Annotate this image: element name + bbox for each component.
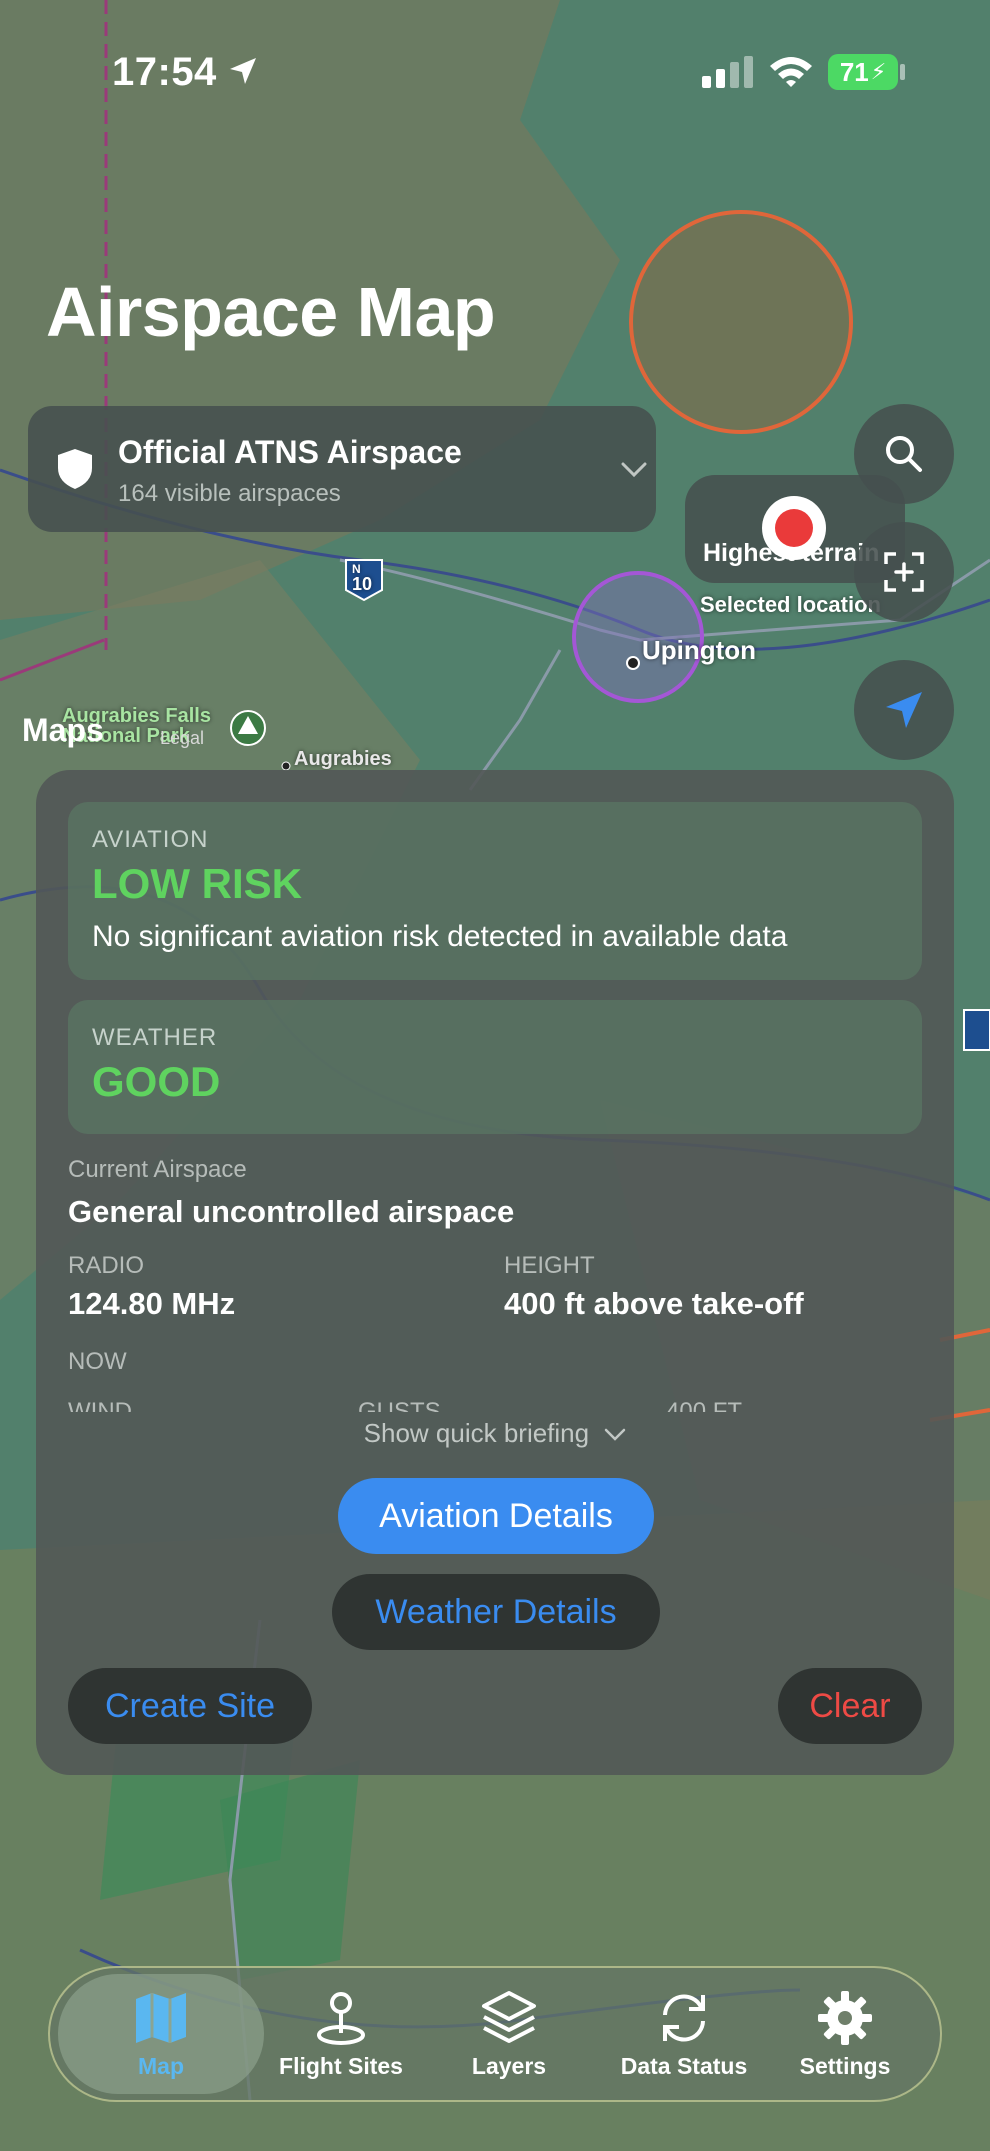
selected-location-pin[interactable] xyxy=(762,496,826,560)
frame-plus-icon xyxy=(884,552,924,592)
tab-map-label: Map xyxy=(138,2052,184,2079)
aviation-details-button[interactable]: Aviation Details xyxy=(338,1478,654,1554)
weather-details-button[interactable]: Weather Details xyxy=(332,1574,660,1650)
layers-icon xyxy=(482,1990,536,2043)
current-airspace-value: General uncontrolled airspace xyxy=(68,1194,515,1229)
map-icon xyxy=(136,1992,186,2043)
shield-icon xyxy=(58,449,92,489)
aviation-risk-card: AVIATION LOW RISK No significant aviatio… xyxy=(68,802,922,980)
gear-icon xyxy=(818,1990,872,2045)
maps-attribution-text: Maps xyxy=(22,712,104,748)
zoom-to-fit-button[interactable] xyxy=(854,522,954,622)
battery-cap xyxy=(900,64,905,80)
height-label: HEIGHT xyxy=(504,1252,595,1279)
airspace-source-selector[interactable]: Official ATNS Airspace 164 visible airsp… xyxy=(28,406,656,532)
map-label-augrabies: Augrabies xyxy=(294,748,392,770)
quick-briefing-toggle[interactable]: Show quick briefing xyxy=(36,1418,954,1449)
tab-map[interactable]: Map xyxy=(58,1974,264,2094)
chevron-down-icon xyxy=(605,1428,626,1441)
charging-bolt-icon: ⚡ xyxy=(870,59,887,84)
tab-data-status[interactable]: Data Status xyxy=(594,1974,774,2094)
location-info-panel: AVIATION LOW RISK No significant aviatio… xyxy=(36,770,954,1775)
chevron-down-icon xyxy=(621,462,647,478)
clear-button[interactable]: Clear xyxy=(778,1668,922,1744)
status-time: 17:54 xyxy=(112,50,217,94)
current-location-button[interactable] xyxy=(854,660,954,760)
search-button[interactable] xyxy=(854,404,954,504)
airspace-source-count: 164 visible airspaces xyxy=(118,480,341,507)
now-label: NOW xyxy=(68,1348,127,1375)
height-value: 400 ft above take-off xyxy=(504,1286,804,1321)
radio-value: 124.80 MHz xyxy=(68,1286,236,1321)
radio-label: RADIO xyxy=(68,1252,145,1279)
location-arrow-icon xyxy=(230,58,256,84)
current-airspace-label: Current Airspace xyxy=(68,1156,247,1183)
map-label-selected-location: Selected location xyxy=(700,592,881,617)
signal-icon xyxy=(702,56,753,88)
location-arrow-icon xyxy=(886,692,922,728)
pin-icon xyxy=(317,1991,365,2045)
route-marker-n10: 10 xyxy=(352,574,373,594)
tab-settings[interactable]: Settings xyxy=(770,1974,920,2094)
weather-label: WEATHER xyxy=(92,1024,218,1051)
pin-dot xyxy=(775,509,813,547)
aviation-description: No significant aviation risk detected in… xyxy=(92,920,788,953)
tab-layers-label: Layers xyxy=(471,2052,547,2079)
sync-icon xyxy=(663,1993,705,2042)
aviation-label: AVIATION xyxy=(92,826,209,853)
battery-level: 71 xyxy=(839,56,869,87)
weather-status: GOOD xyxy=(92,1058,221,1105)
tab-flight-sites[interactable]: Flight Sites xyxy=(266,1974,416,2094)
tab-data-status-label: Data Status xyxy=(620,2052,748,2079)
gusts-label: GUSTS xyxy=(358,1398,441,1412)
battery-indicator: 71 ⚡ xyxy=(828,54,898,90)
tab-settings-label: Settings xyxy=(799,2052,891,2079)
status-bar: 17:54 71 ⚡ xyxy=(0,0,990,140)
airspace-source-title: Official ATNS Airspace xyxy=(118,434,462,470)
map-label-upington: Upington xyxy=(642,635,757,665)
tab-flight-sites-label: Flight Sites xyxy=(279,2052,403,2079)
create-site-button[interactable]: Create Site xyxy=(68,1668,312,1744)
aviation-status: LOW RISK xyxy=(92,860,302,907)
altitude-label: 400 FT xyxy=(666,1398,743,1412)
search-icon xyxy=(886,436,922,472)
maps-attribution: Maps xyxy=(22,712,104,749)
tab-bar: Map Flight Sites Layers Data Status Sett… xyxy=(48,1966,942,2102)
wifi-icon xyxy=(770,57,812,87)
weather-card: WEATHER GOOD xyxy=(68,1000,922,1134)
page-title: Airspace Map xyxy=(46,273,496,351)
tab-layers[interactable]: Layers xyxy=(434,1974,584,2094)
quick-briefing-label: Show quick briefing xyxy=(363,1418,590,1448)
wind-label: WIND xyxy=(68,1398,132,1412)
legal-link[interactable]: Legal xyxy=(160,728,204,749)
